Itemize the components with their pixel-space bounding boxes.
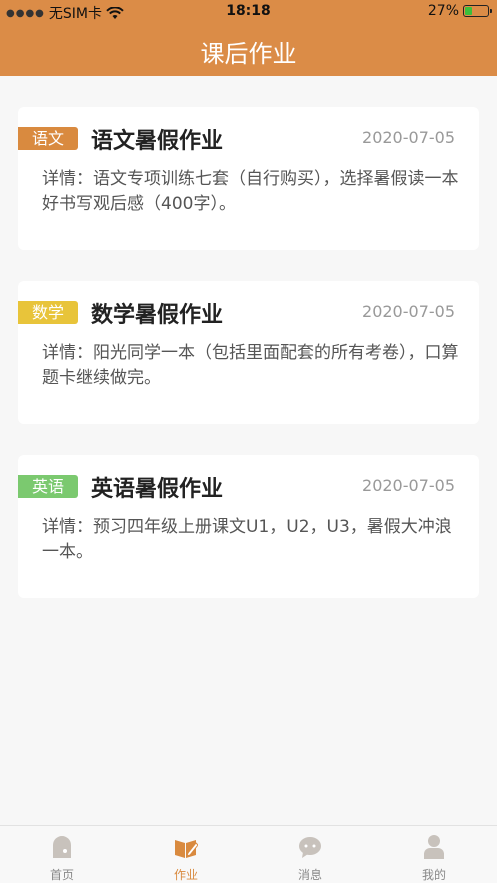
subject-tag: 数学 <box>18 301 78 324</box>
header: ●●●● 无SIM卡 18:18 27% 课后作业 <box>0 0 497 76</box>
assignment-date: 2020-07-05 <box>362 128 455 147</box>
tab-home[interactable]: 首页 <box>0 826 124 883</box>
tab-bar: 首页 作业 消息 我的 <box>0 825 497 883</box>
assignment-date: 2020-07-05 <box>362 476 455 495</box>
subject-tag: 语文 <box>18 127 78 150</box>
page-title: 课后作业 <box>200 40 297 68</box>
assignment-detail: 详情：语文专项训练七套（自行购买），选择暑假读一本好书写观后感（400字）。 <box>42 169 459 214</box>
homework-icon <box>175 840 198 858</box>
assignment-date: 2020-07-05 <box>362 302 455 321</box>
tab-profile[interactable]: 我的 <box>372 826 496 883</box>
assignment-title: 英语暑假作业 <box>91 477 224 502</box>
tab-label: 首页 <box>49 868 74 882</box>
status-bar: ●●●● 无SIM卡 18:18 27% <box>0 0 497 24</box>
tab-label: 作业 <box>173 868 198 882</box>
assignment-card-english[interactable]: 英语 英语暑假作业 2020-07-05 详情：预习四年级上册课文U1，U2，U… <box>18 455 479 598</box>
tab-label: 我的 <box>421 868 446 882</box>
profile-icon <box>424 835 444 859</box>
assignment-title: 数学暑假作业 <box>91 303 224 328</box>
status-time: 18:18 <box>226 3 271 19</box>
tab-label: 消息 <box>297 868 322 882</box>
assignment-detail: 详情：阳光同学一本（包括里面配套的所有考卷），口算题卡继续做完。 <box>42 343 459 388</box>
tab-homework[interactable]: 作业 <box>124 826 248 883</box>
assignment-detail: 详情：预习四年级上册课文U1，U2，U3，暑假大冲浪一本。 <box>42 517 452 562</box>
home-icon <box>53 836 71 858</box>
battery-percent: 27% <box>427 3 459 19</box>
subject-tag: 英语 <box>18 475 78 498</box>
tab-messages[interactable]: 消息 <box>248 826 372 883</box>
assignment-card-math[interactable]: 数学 数学暑假作业 2020-07-05 详情：阳光同学一本（包括里面配套的所有… <box>18 281 479 424</box>
message-icon <box>299 837 321 858</box>
assignment-title: 语文暑假作业 <box>91 129 224 154</box>
assignment-card-chinese[interactable]: 语文 语文暑假作业 2020-07-05 详情：语文专项训练七套（自行购买），选… <box>18 107 479 250</box>
battery-icon <box>463 5 492 17</box>
